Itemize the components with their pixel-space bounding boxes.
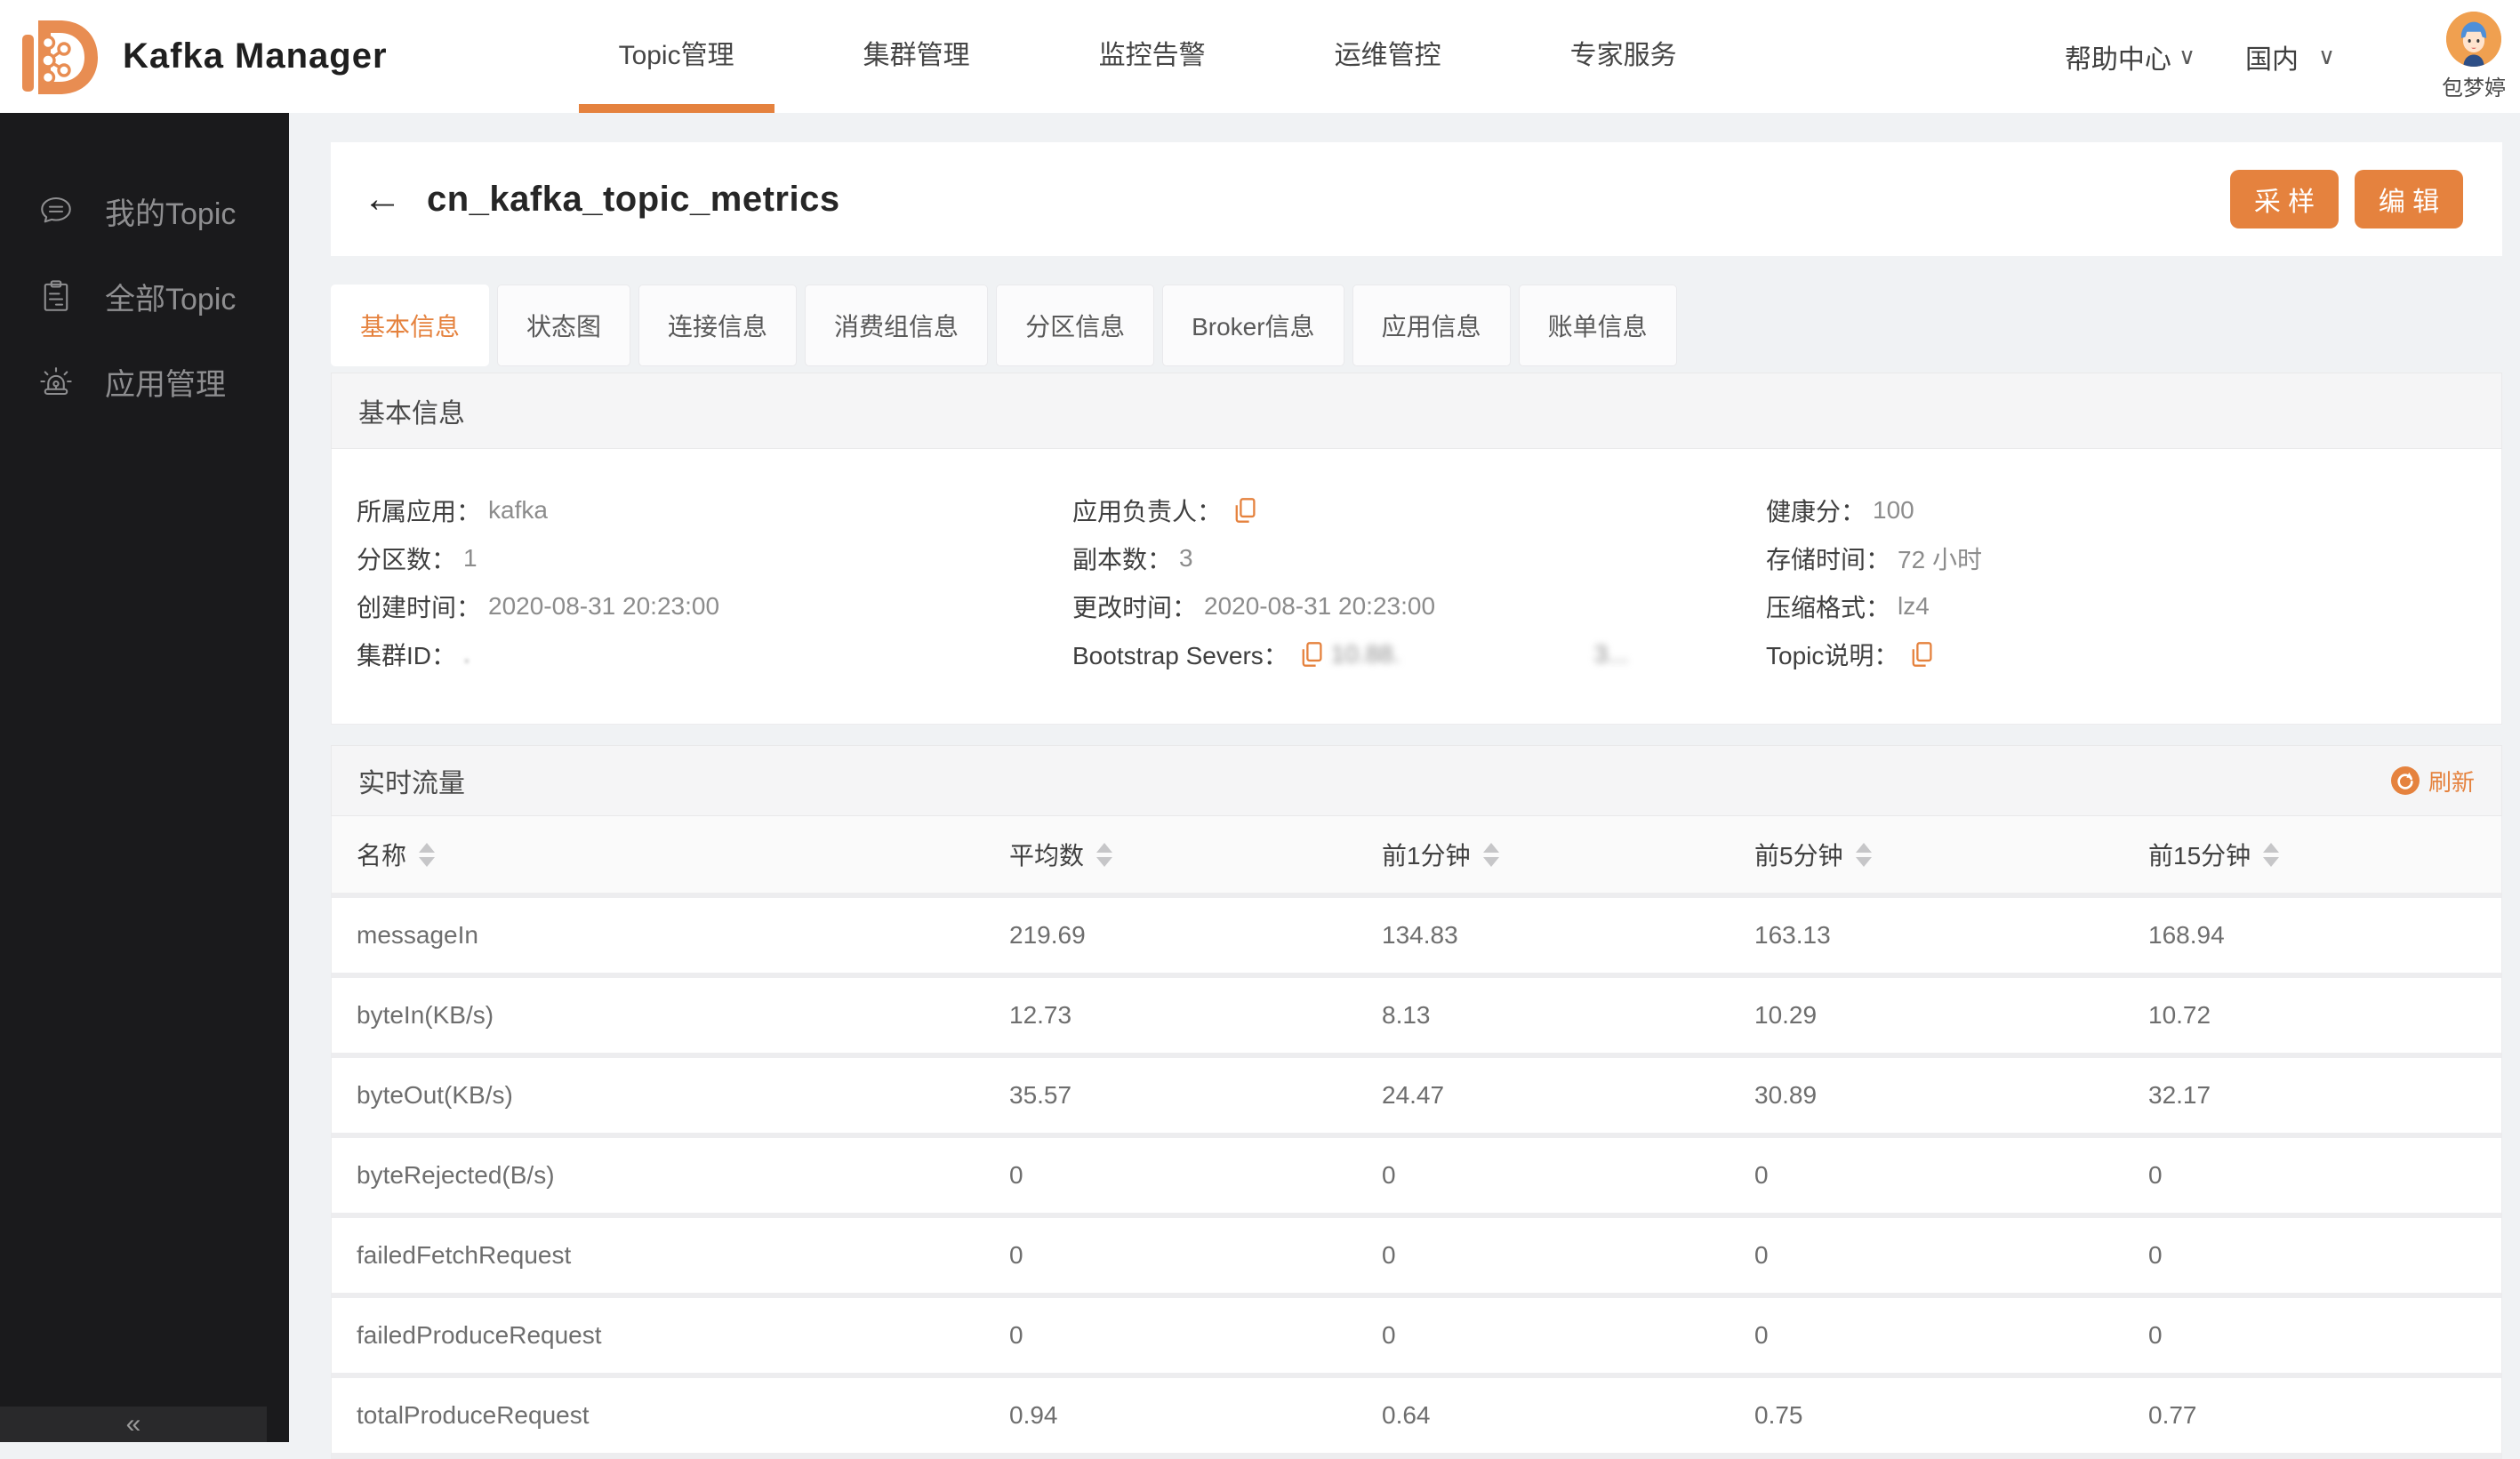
table-row: failedFetchRequest 0 0 0 0 bbox=[332, 1218, 2501, 1298]
sidebar: 我的Topic 全部Topic 应用管理 « bbox=[0, 113, 289, 1442]
top-right-controls: 帮助中心 ∨ 国内 ∨ 包梦婷 bbox=[2065, 12, 2520, 101]
table-row: byteOut(KB/s) 35.57 24.47 30.89 32.17 bbox=[332, 1058, 2501, 1138]
column-header-last-1min[interactable]: 前1分钟 bbox=[1382, 837, 1754, 872]
field-owner-app: 所属应用： kafka bbox=[357, 496, 548, 525]
field-bootstrap-servers: Bootstrap Severs： 10.88. 3... bbox=[1072, 640, 1629, 669]
region-label: 国内 bbox=[2244, 44, 2299, 75]
sort-icon[interactable] bbox=[1855, 842, 1872, 867]
chevron-down-icon: ∨ bbox=[2317, 43, 2335, 69]
table-row: byteRejected(B/s) 0 0 0 0 bbox=[332, 1138, 2501, 1218]
chevron-down-icon: ∨ bbox=[2178, 43, 2195, 69]
copy-icon[interactable] bbox=[1909, 641, 1934, 668]
brand-logo[interactable]: Kafka Manager bbox=[12, 12, 388, 101]
realtime-flow-table: 名称 平均数 前1分钟 前5分钟 前15分钟 messageIn 219.69 … bbox=[331, 816, 2502, 1459]
topic-title-card: ← cn_kafka_topic_metrics 采 样 编 辑 bbox=[331, 142, 2502, 256]
title-actions: 采 样 编 辑 bbox=[2230, 170, 2463, 228]
sidebar-item-app-management[interactable]: 应用管理 bbox=[0, 339, 289, 424]
sidebar-item-all-topic[interactable]: 全部Topic bbox=[0, 253, 289, 339]
tab-basic-info[interactable]: 基本信息 bbox=[331, 285, 490, 366]
table-header-row: 名称 平均数 前1分钟 前5分钟 前15分钟 bbox=[332, 816, 2501, 898]
nav-cluster-management[interactable]: 集群管理 bbox=[823, 0, 1010, 113]
sidebar-item-label: 我的Topic bbox=[105, 196, 237, 231]
column-header-name[interactable]: 名称 bbox=[357, 837, 1009, 872]
app-title: Kafka Manager bbox=[123, 36, 388, 76]
avatar bbox=[2446, 12, 2501, 67]
top-navigation: Topic管理 集群管理 监控告警 运维管控 专家服务 bbox=[578, 0, 1766, 113]
field-topic-description: Topic说明： bbox=[1766, 630, 2501, 678]
table-row: totalProduceRequest 0.94 0.64 0.75 0.77 bbox=[332, 1378, 2501, 1458]
chat-icon bbox=[41, 196, 71, 223]
table-row: messageIn 219.69 134.83 163.13 168.94 bbox=[332, 898, 2501, 978]
field-modify-time: 更改时间： 2020-08-31 20:23:00 bbox=[1072, 592, 1436, 621]
nav-ops-control[interactable]: 运维管控 bbox=[1295, 0, 1481, 113]
sidebar-item-my-topic[interactable]: 我的Topic bbox=[0, 168, 289, 253]
tab-partition-info[interactable]: 分区信息 bbox=[996, 285, 1155, 366]
nav-expert-service[interactable]: 专家服务 bbox=[1530, 0, 1717, 113]
tab-connection-info[interactable]: 连接信息 bbox=[638, 285, 798, 366]
tab-broker-info[interactable]: Broker信息 bbox=[1162, 285, 1344, 366]
user-menu[interactable]: 包梦婷 bbox=[2442, 12, 2506, 101]
column-header-last-5min[interactable]: 前5分钟 bbox=[1754, 837, 2148, 872]
field-partition-count: 分区数： 1 bbox=[357, 544, 478, 573]
tab-billing-info[interactable]: 账单信息 bbox=[1518, 285, 1677, 366]
sidebar-collapse-button[interactable]: « bbox=[0, 1407, 267, 1442]
app-logo-icon bbox=[22, 20, 98, 94]
page-title: cn_kafka_topic_metrics bbox=[427, 179, 840, 219]
clipboard-icon bbox=[44, 280, 68, 311]
back-arrow-icon[interactable]: ← bbox=[363, 180, 402, 219]
section-title: 基本信息 bbox=[358, 399, 465, 429]
table-row: failedProduceRequest 0 0 0 0 bbox=[332, 1298, 2501, 1378]
basic-info-section-header: 基本信息 bbox=[331, 373, 2502, 449]
field-health-score: 健康分： 100 bbox=[1766, 496, 1914, 525]
field-create-time: 创建时间： 2020-08-31 20:23:00 bbox=[357, 592, 720, 621]
region-selector[interactable]: 国内 ∨ bbox=[2245, 37, 2335, 76]
tab-app-info[interactable]: 应用信息 bbox=[1352, 285, 1511, 366]
basic-info-body: 所属应用： kafka 分区数： 1 创建时间： 2020-08-31 20:2… bbox=[331, 449, 2502, 725]
help-center-menu[interactable]: 帮助中心 ∨ bbox=[2065, 37, 2195, 76]
column-header-last-15min[interactable]: 前15分钟 bbox=[2148, 837, 2501, 872]
main-content: ← cn_kafka_topic_metrics 采 样 编 辑 基本信息 状态… bbox=[289, 113, 2520, 1459]
tab-consumer-group-info[interactable]: 消费组信息 bbox=[805, 285, 989, 366]
field-retention-time: 存储时间： 72 小时 bbox=[1766, 546, 1982, 573]
refresh-label: 刷新 bbox=[2428, 768, 2475, 796]
edit-button[interactable]: 编 辑 bbox=[2355, 170, 2463, 228]
sort-icon[interactable] bbox=[1096, 842, 1113, 867]
user-name: 包梦婷 bbox=[2442, 76, 2506, 100]
table-row: byteIn(KB/s) 12.73 8.13 10.29 10.72 bbox=[332, 978, 2501, 1058]
realtime-flow-section-header: 实时流量 刷新 bbox=[331, 745, 2502, 816]
field-replica-count: 副本数： 3 bbox=[1072, 544, 1193, 573]
field-cluster-id: 集群ID： . bbox=[357, 640, 470, 669]
sample-button[interactable]: 采 样 bbox=[2230, 170, 2339, 228]
refresh-button[interactable]: 刷新 bbox=[2390, 765, 2475, 798]
field-compression-format: 压缩格式： lz4 bbox=[1766, 592, 1930, 621]
refresh-icon bbox=[2390, 766, 2420, 795]
top-bar: Kafka Manager Topic管理 集群管理 监控告警 运维管控 专家服… bbox=[0, 0, 2520, 113]
alarm-icon bbox=[40, 367, 72, 396]
sort-icon[interactable] bbox=[419, 842, 436, 867]
section-title: 实时流量 bbox=[358, 769, 465, 798]
help-center-label: 帮助中心 bbox=[2064, 44, 2171, 75]
collapse-icon: « bbox=[125, 1409, 141, 1439]
tab-status-chart[interactable]: 状态图 bbox=[497, 285, 631, 366]
sort-icon[interactable] bbox=[1482, 842, 1499, 867]
column-header-avg[interactable]: 平均数 bbox=[1009, 837, 1382, 872]
copy-icon[interactable] bbox=[1299, 641, 1324, 668]
detail-tabs: 基本信息 状态图 连接信息 消费组信息 分区信息 Broker信息 应用信息 账… bbox=[331, 285, 2502, 366]
copy-icon[interactable] bbox=[1232, 497, 1257, 524]
sort-icon[interactable] bbox=[2263, 842, 2280, 867]
field-app-owner: 应用负责人： bbox=[1072, 486, 1766, 534]
sidebar-item-label: 应用管理 bbox=[105, 367, 226, 402]
sidebar-item-label: 全部Topic bbox=[105, 282, 237, 317]
nav-monitor-alert[interactable]: 监控告警 bbox=[1059, 0, 1246, 113]
nav-topic-management[interactable]: Topic管理 bbox=[578, 0, 774, 113]
